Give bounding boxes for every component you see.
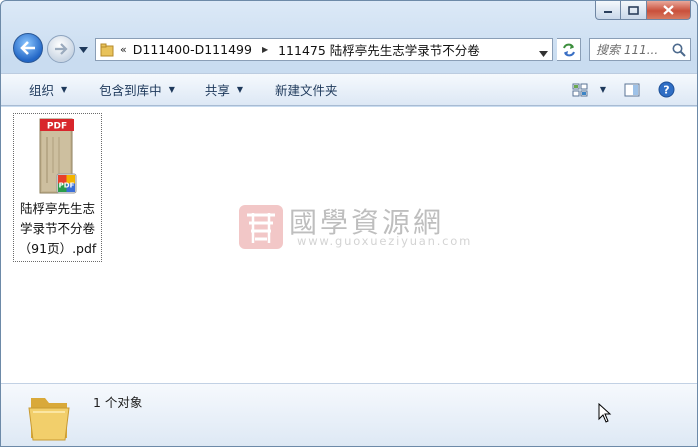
- minimize-button[interactable]: [595, 1, 621, 20]
- preview-pane-icon: [624, 83, 640, 96]
- caret-down-icon: ▼: [168, 85, 175, 94]
- organize-label: 组织: [29, 83, 55, 98]
- minimize-icon: [604, 11, 612, 13]
- refresh-icon: [562, 43, 575, 56]
- view-grid-icon: [572, 83, 588, 96]
- close-button[interactable]: [647, 1, 691, 20]
- breadcrumb-separator-icon[interactable]: ▶: [262, 45, 268, 54]
- details-pane: 1 个对象: [1, 383, 697, 446]
- include-in-library-label: 包含到库中: [99, 83, 162, 98]
- watermark-seal-logo: [239, 205, 283, 249]
- forward-button[interactable]: [47, 35, 75, 63]
- include-in-library-menu[interactable]: 包含到库中 ▼: [97, 74, 177, 105]
- new-folder-button[interactable]: 新建文件夹: [273, 74, 340, 105]
- pdf-file-icon: PDF PDF: [39, 118, 77, 194]
- refresh-button[interactable]: [557, 38, 581, 61]
- close-icon: [663, 5, 674, 15]
- back-button[interactable]: [13, 33, 43, 63]
- caption-buttons: [595, 1, 691, 21]
- mouse-cursor-icon: [598, 403, 612, 423]
- folder-icon: [28, 398, 70, 441]
- share-menu[interactable]: 共享 ▼: [203, 74, 245, 105]
- svg-text:?: ?: [663, 84, 669, 97]
- watermark-url: www.guoxueziyuan.com: [297, 234, 473, 248]
- breadcrumb-segment[interactable]: D111400-D111499: [133, 42, 252, 57]
- maximize-button[interactable]: [621, 1, 647, 20]
- help-button[interactable]: ?: [658, 81, 675, 98]
- caret-down-icon: ▼: [236, 85, 244, 94]
- address-dropdown[interactable]: [539, 46, 548, 60]
- caret-down-icon: ▼: [61, 85, 68, 94]
- recent-pages-dropdown[interactable]: [79, 42, 88, 56]
- search-icon[interactable]: [672, 43, 686, 57]
- arrow-left-icon: [20, 41, 35, 55]
- command-bar: 组织 ▼ 包含到库中 ▼ 共享 ▼ 新建文件夹 ▼ ?: [1, 73, 697, 106]
- change-view-button[interactable]: ▼: [572, 83, 606, 97]
- address-bar[interactable]: « D111400-D111499 ▶ 111475 陆桴亭先生志学录节不分卷: [95, 38, 553, 61]
- preview-pane-button[interactable]: [624, 83, 640, 97]
- help-icon: ?: [658, 81, 675, 98]
- search-input[interactable]: [596, 42, 674, 57]
- view-controls: ▼ ?: [572, 74, 697, 105]
- explorer-window: « D111400-D111499 ▶ 111475 陆桴亭先生志学录节不分卷: [0, 0, 698, 447]
- arrow-right-icon: [55, 43, 68, 55]
- file-item[interactable]: PDF PDF 陆桴亭先生志学录节不分卷（91页）.pdf: [13, 113, 102, 262]
- organize-menu[interactable]: 组织 ▼: [27, 74, 69, 105]
- breadcrumb-segment[interactable]: 111475 陆桴亭先生志学录节不分卷: [278, 40, 480, 59]
- share-label: 共享: [204, 83, 230, 98]
- chevron-down-icon: [539, 51, 548, 57]
- search-box[interactable]: [589, 38, 691, 61]
- svg-text:PDF: PDF: [47, 122, 67, 132]
- caret-down-icon: ▼: [599, 85, 606, 94]
- file-list[interactable]: PDF PDF 陆桴亭先生志学录节不分卷（91页）.pdf 國學資源網 www.…: [1, 107, 697, 383]
- folder-icon: [100, 43, 114, 56]
- svg-text:PDF: PDF: [59, 182, 75, 190]
- breadcrumb-overflow[interactable]: «: [120, 43, 127, 56]
- maximize-icon: [628, 5, 639, 15]
- watermark: 國學資源網 www.guoxueziyuan.com: [237, 201, 497, 253]
- chevron-down-icon: [79, 47, 88, 53]
- item-count: 1 个对象: [93, 395, 143, 410]
- new-folder-label: 新建文件夹: [275, 83, 338, 98]
- file-name: 陆桴亭先生志学录节不分卷（91页）.pdf: [18, 201, 97, 256]
- navigation-row: « D111400-D111499 ▶ 111475 陆桴亭先生志学录节不分卷: [9, 31, 691, 65]
